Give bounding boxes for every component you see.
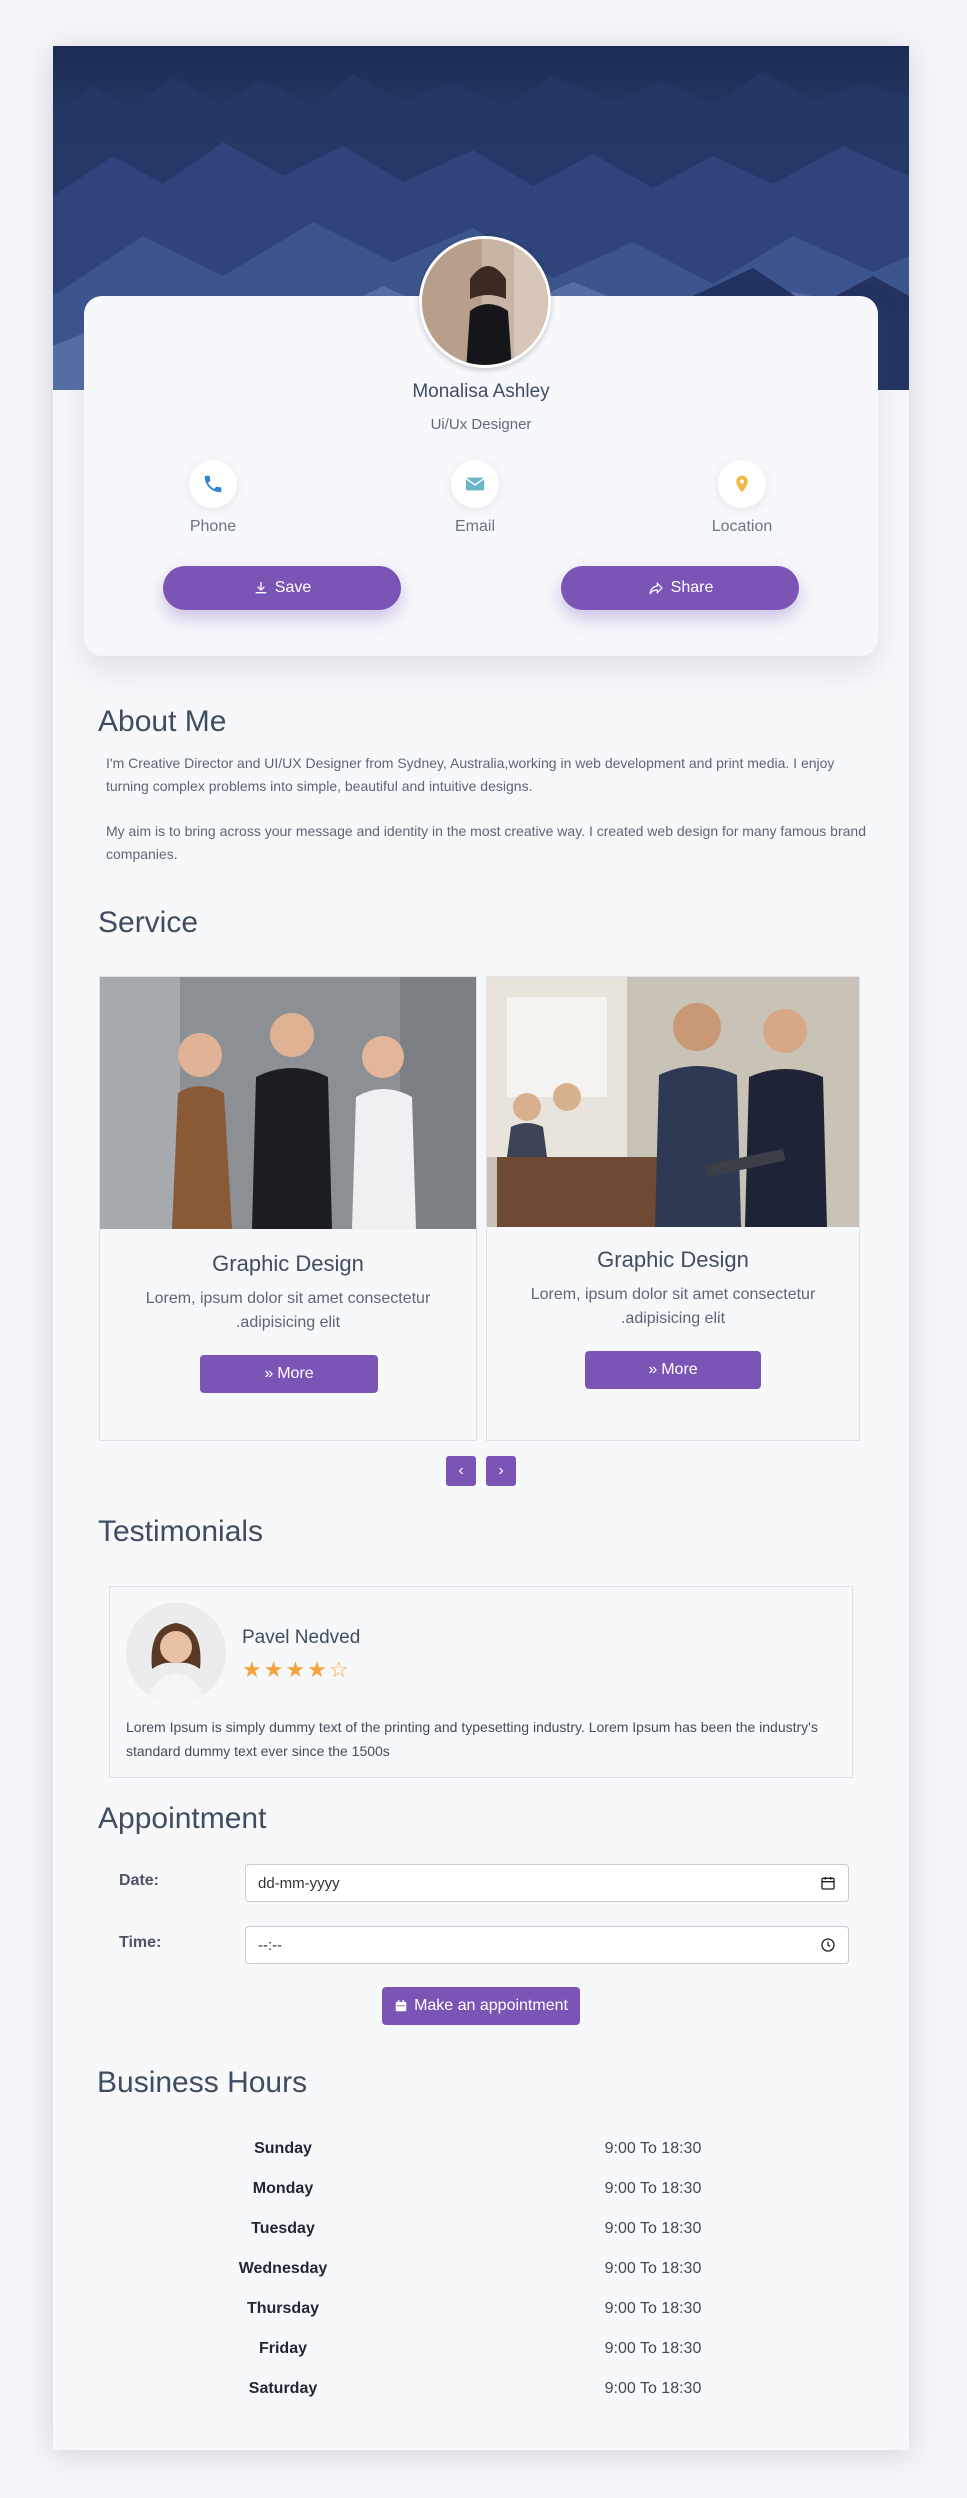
hours-row: Saturday 9:00 To 18:30: [53, 2380, 909, 2420]
envelope-icon: [451, 460, 499, 508]
service-desc-2: Lorem, ipsum dolor sit amet consectetur …: [530, 1286, 816, 1327]
hours-time: 9:00 To 18:30: [604, 2340, 702, 2357]
contact-email[interactable]: Email: [405, 460, 545, 536]
hours-day: Monday: [252, 2180, 314, 2197]
more-button-label: More: [661, 1361, 698, 1378]
hours-time: 9:00 To 18:30: [604, 2300, 702, 2317]
time-input[interactable]: --:--: [245, 1926, 849, 1964]
date-label: Date:: [119, 1872, 160, 1889]
profile-page: Monalisa Ashley Ui/Ux Designer Phone Ema…: [53, 46, 909, 2450]
hours-time: 9:00 To 18:30: [604, 2140, 702, 2157]
profile-name: Monalisa Ashley: [412, 381, 550, 402]
about-paragraph-1: I'm Creative Director and UI/UX Designer…: [106, 755, 835, 794]
service-card: Graphic Design Lorem, ipsum dolor sit am…: [99, 976, 477, 1441]
save-button-label: Save: [274, 579, 312, 596]
hours-time: 9:00 To 18:30: [604, 2380, 702, 2397]
make-appointment-button[interactable]: Make an appointment: [382, 1987, 580, 2025]
testimonial-text: Lorem Ipsum is simply dummy text of the …: [126, 1719, 818, 1759]
testimonials-title: Testimonials: [98, 1515, 264, 1548]
about-title: About Me: [98, 705, 227, 738]
more-button-label: More: [277, 1365, 314, 1382]
profile-avatar: [419, 236, 551, 368]
date-input[interactable]: dd-mm-yyyy: [245, 1864, 849, 1902]
service-photo: [100, 977, 476, 1229]
download-icon: [255, 582, 267, 594]
contact-email-label: Email: [454, 518, 495, 535]
calendar-icon: [395, 2000, 407, 2012]
service-title: Service: [98, 906, 199, 939]
hours-row: Friday 9:00 To 18:30: [53, 2340, 909, 2380]
service-photo: [487, 977, 859, 1227]
service-card: Graphic Design Lorem, ipsum dolor sit am…: [486, 976, 860, 1441]
hours-row: Monday 9:00 To 18:30: [53, 2180, 909, 2220]
service-desc-1: Lorem, ipsum dolor sit amet consectetur …: [145, 1290, 431, 1331]
hours-row: Wednesday 9:00 To 18:30: [53, 2260, 909, 2300]
carousel-next-button[interactable]: ›: [486, 1456, 516, 1486]
hours-day: Sunday: [254, 2140, 312, 2157]
double-chevron-icon: »: [264, 1365, 274, 1382]
hours-day: Tuesday: [251, 2220, 315, 2237]
share-icon: [649, 581, 663, 595]
contact-location-label: Location: [711, 518, 773, 535]
hours-row: Tuesday 9:00 To 18:30: [53, 2220, 909, 2260]
time-label: Time:: [119, 1934, 162, 1951]
more-button-2[interactable]: » More: [585, 1351, 761, 1389]
time-input-value: --:--: [258, 1936, 283, 1954]
about-paragraph-2: My aim is to bring across your message a…: [106, 823, 866, 862]
contact-phone-label: Phone: [189, 518, 237, 535]
service-title-2: Graphic Design: [597, 1247, 749, 1272]
testimonial-avatar: [126, 1603, 226, 1703]
business-hours-title: Business Hours: [97, 2066, 308, 2099]
hours-time: 9:00 To 18:30: [604, 2180, 702, 2197]
contact-phone[interactable]: Phone: [143, 460, 283, 536]
share-button[interactable]: Share: [561, 566, 799, 610]
hours-day: Saturday: [248, 2380, 318, 2397]
appointment-title: Appointment: [98, 1802, 267, 1835]
share-button-label: Share: [670, 579, 714, 596]
contact-location[interactable]: Location: [672, 460, 812, 536]
carousel-prev-button[interactable]: ‹: [446, 1456, 476, 1486]
save-button[interactable]: Save: [163, 566, 401, 610]
hours-row: Sunday 9:00 To 18:30: [53, 2140, 909, 2180]
testimonial-card: Pavel Nedved ★★★★☆ Lorem Ipsum is simply…: [109, 1586, 853, 1778]
make-appointment-label: Make an appointment: [414, 1997, 568, 2014]
clock-icon[interactable]: [820, 1937, 836, 1953]
more-button-1[interactable]: » More: [200, 1355, 378, 1393]
hours-time: 9:00 To 18:30: [604, 2260, 702, 2277]
map-pin-icon: [718, 460, 766, 508]
service-title-1: Graphic Design: [212, 1251, 364, 1276]
testimonial-name: Pavel Nedved: [242, 1627, 361, 1648]
hours-day: Wednesday: [238, 2260, 328, 2277]
date-input-value: dd-mm-yyyy: [258, 1874, 340, 1892]
hours-day: Friday: [258, 2340, 307, 2357]
double-chevron-icon: »: [648, 1361, 658, 1378]
calendar-icon[interactable]: [820, 1875, 836, 1891]
hours-time: 9:00 To 18:30: [604, 2220, 702, 2237]
hours-row: Thursday 9:00 To 18:30: [53, 2300, 909, 2340]
phone-icon: [189, 460, 237, 508]
hours-day: Thursday: [246, 2300, 319, 2317]
star-rating: ★★★★☆: [242, 1657, 351, 1682]
profile-role: Ui/Ux Designer: [430, 416, 532, 433]
